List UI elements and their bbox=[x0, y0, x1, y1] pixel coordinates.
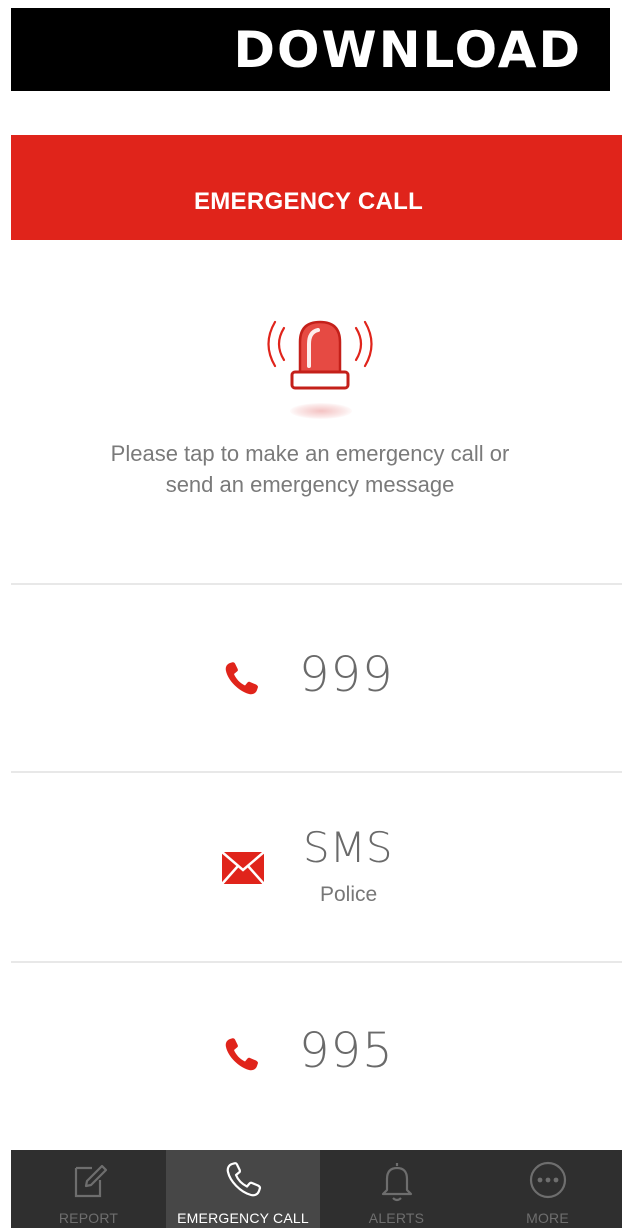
bell-icon bbox=[379, 1160, 415, 1209]
sms-police-button[interactable]: SMS Police bbox=[11, 773, 622, 961]
phone-icon bbox=[221, 1035, 261, 1080]
tab-more[interactable]: MORE bbox=[473, 1150, 622, 1228]
download-banner[interactable]: DOWNLOAD bbox=[11, 8, 610, 91]
tab-alerts[interactable]: ALERTS bbox=[320, 1150, 473, 1228]
tab-label: ALERTS bbox=[368, 1210, 425, 1226]
instruction-line-2: send an emergency message bbox=[165, 472, 455, 497]
tab-label: REPORT bbox=[58, 1210, 119, 1226]
sms-label: SMS bbox=[303, 823, 393, 872]
instruction-text: Please tap to make an emergency call or … bbox=[40, 438, 580, 500]
sms-recipient-label: Police bbox=[320, 883, 378, 906]
call-999-label: 999 bbox=[299, 647, 394, 703]
tab-label: EMERGENCY CALL bbox=[177, 1210, 309, 1226]
phone-icon bbox=[221, 659, 261, 704]
tab-bar: REPORT EMERGENCY CALL ALERTS MORE bbox=[11, 1150, 622, 1228]
page-title: EMERGENCY CALL bbox=[193, 188, 424, 215]
download-label: DOWNLOAD bbox=[233, 21, 582, 79]
envelope-icon bbox=[221, 851, 265, 890]
call-995-label: 995 bbox=[299, 1023, 394, 1079]
tab-label: MORE bbox=[526, 1210, 569, 1226]
app-header: EMERGENCY CALL bbox=[11, 135, 622, 240]
siren-icon[interactable] bbox=[262, 300, 378, 425]
instruction-line-1: Please tap to make an emergency call or bbox=[110, 441, 510, 466]
call-999-button[interactable]: 999 bbox=[11, 585, 622, 771]
tab-emergency-call[interactable]: EMERGENCY CALL bbox=[166, 1150, 320, 1228]
pencil-note-icon bbox=[70, 1160, 108, 1205]
phone-icon bbox=[223, 1160, 263, 1205]
tab-report[interactable]: REPORT bbox=[11, 1150, 166, 1228]
more-dots-icon bbox=[528, 1160, 568, 1205]
call-995-button[interactable]: 995 bbox=[11, 963, 622, 1150]
